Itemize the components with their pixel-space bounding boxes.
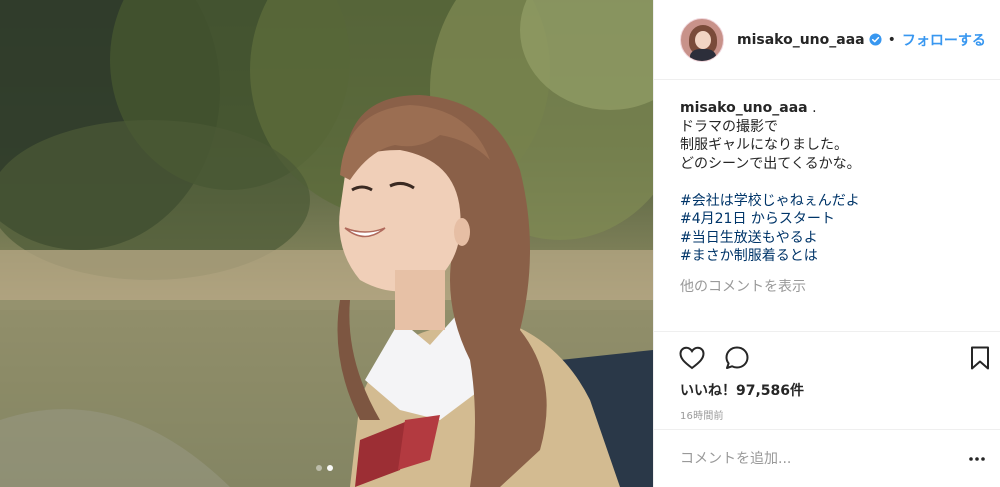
caption-first-line: misako_uno_aaa . bbox=[680, 99, 980, 118]
likes-count[interactable]: いいね！97,586件 bbox=[680, 380, 804, 400]
comment-icon[interactable] bbox=[723, 344, 751, 372]
carousel-dot-active[interactable] bbox=[327, 465, 333, 471]
photo-illustration bbox=[0, 0, 653, 487]
avatar-face bbox=[695, 30, 711, 49]
post-header: misako_uno_aaa • フォローする bbox=[654, 0, 1000, 80]
hashtag-link[interactable]: #まさか制服着るとは bbox=[680, 247, 980, 266]
caption-lead: . bbox=[807, 100, 817, 116]
verified-icon bbox=[869, 33, 882, 46]
caption-username[interactable]: misako_uno_aaa bbox=[680, 100, 808, 116]
comment-composer bbox=[654, 429, 1000, 487]
post-side-panel: misako_uno_aaa • フォローする misako_uno_aaa .… bbox=[653, 0, 1000, 487]
caption-line: どのシーンで出てくるかな。 bbox=[680, 155, 861, 172]
caption-line: ドラマの撮影で bbox=[680, 118, 778, 135]
avatar-body bbox=[690, 48, 716, 61]
post-actions-bar bbox=[654, 331, 1000, 383]
more-options-icon[interactable] bbox=[968, 450, 986, 468]
hashtag-link[interactable]: #4月21日 からスタート bbox=[680, 210, 980, 229]
post-photo[interactable] bbox=[0, 0, 653, 487]
bookmark-icon[interactable] bbox=[966, 344, 994, 372]
hashtag-link[interactable]: #当日生放送もやるよ bbox=[680, 229, 980, 248]
carousel-indicator bbox=[316, 465, 333, 471]
avatar[interactable] bbox=[680, 17, 724, 62]
carousel-dot[interactable] bbox=[316, 465, 322, 471]
header-separator: • bbox=[887, 31, 896, 48]
comment-input[interactable] bbox=[680, 448, 940, 470]
load-more-comments-link[interactable]: 他のコメントを表示 bbox=[680, 276, 806, 296]
hashtag-link[interactable]: #会社は学校じゃねぇんだよ bbox=[680, 192, 980, 211]
header-username[interactable]: misako_uno_aaa bbox=[737, 32, 865, 48]
post-timestamp[interactable]: 16時間前 bbox=[680, 407, 724, 422]
post-caption: misako_uno_aaa . ドラマの撮影で 制服ギャルになりました。 どの… bbox=[680, 99, 980, 266]
caption-line: 制服ギャルになりました。 bbox=[680, 137, 848, 153]
heart-icon[interactable] bbox=[678, 344, 706, 372]
follow-button[interactable]: フォローする bbox=[902, 30, 986, 50]
